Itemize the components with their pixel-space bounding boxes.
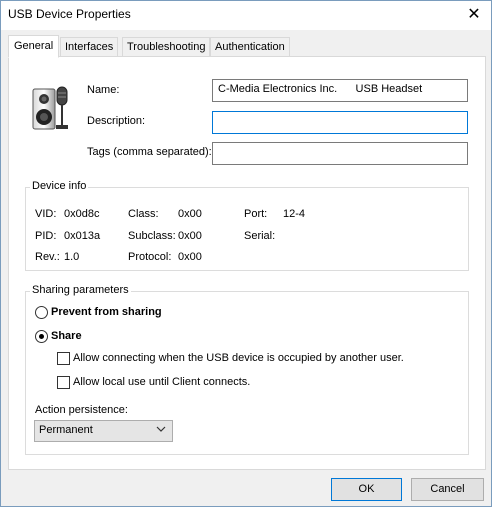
- prevent-sharing-label[interactable]: Prevent from sharing: [51, 306, 162, 318]
- vid-value: 0x0d8c: [64, 208, 100, 220]
- tags-label: Tags (comma separated):: [87, 146, 212, 158]
- allow-local-use-checkbox[interactable]: [57, 376, 70, 389]
- prevent-sharing-radio[interactable]: [35, 306, 48, 319]
- action-persistence-label: Action persistence:: [35, 404, 128, 416]
- sharing-parameters-title: Sharing parameters: [30, 284, 131, 296]
- rev-label: Rev.:: [35, 251, 60, 263]
- name-field[interactable]: C-Media Electronics Inc. USB Headset: [212, 79, 468, 102]
- tags-field[interactable]: [212, 142, 468, 165]
- close-button[interactable]: ✕: [457, 1, 491, 30]
- tab-authentication[interactable]: Authentication: [210, 37, 290, 57]
- close-icon: ✕: [467, 6, 481, 23]
- subclass-label: Subclass:: [128, 230, 176, 242]
- allow-occupied-label[interactable]: Allow connecting when the USB device is …: [73, 352, 404, 364]
- name-label: Name:: [87, 84, 120, 96]
- device-info-title: Device info: [30, 180, 89, 192]
- class-label: Class:: [128, 208, 159, 220]
- window-title: USB Device Properties: [8, 7, 131, 21]
- subclass-value: 0x00: [178, 230, 202, 242]
- usb-device-properties-dialog: USB Device Properties ✕ General Interfac…: [0, 0, 492, 507]
- radio-selected-dot: [39, 334, 44, 339]
- cancel-button[interactable]: Cancel: [411, 478, 484, 501]
- serial-label: Serial:: [244, 230, 276, 242]
- protocol-label: Protocol:: [128, 251, 172, 263]
- vid-label: VID:: [35, 208, 57, 220]
- device-info-group: Device info: [25, 180, 469, 271]
- allow-occupied-checkbox[interactable]: [57, 352, 70, 365]
- allow-local-use-label[interactable]: Allow local use until Client connects.: [73, 376, 250, 388]
- tab-general[interactable]: General: [8, 35, 60, 58]
- ok-button[interactable]: OK: [331, 478, 402, 501]
- port-label: Port:: [244, 208, 268, 220]
- pid-value: 0x013a: [64, 230, 101, 242]
- rev-value: 1.0: [64, 251, 80, 263]
- share-radio[interactable]: [35, 330, 48, 343]
- action-persistence-value: Permanent: [39, 424, 93, 436]
- port-value: 12-4: [283, 208, 306, 220]
- share-label[interactable]: Share: [51, 330, 82, 342]
- protocol-value: 0x00: [178, 251, 202, 263]
- tab-interfaces[interactable]: Interfaces: [60, 37, 119, 57]
- description-label: Description:: [87, 115, 146, 127]
- pid-label: PID:: [35, 230, 57, 242]
- chevron-down-icon: [156, 425, 166, 436]
- usb-headset-speaker-icon: [32, 86, 68, 130]
- class-value: 0x00: [178, 208, 202, 220]
- action-persistence-select[interactable]: Permanent: [34, 420, 173, 442]
- description-field[interactable]: [212, 111, 468, 134]
- title-bar: USB Device Properties ✕: [1, 1, 491, 30]
- tab-troubleshooting[interactable]: Troubleshooting: [122, 37, 211, 57]
